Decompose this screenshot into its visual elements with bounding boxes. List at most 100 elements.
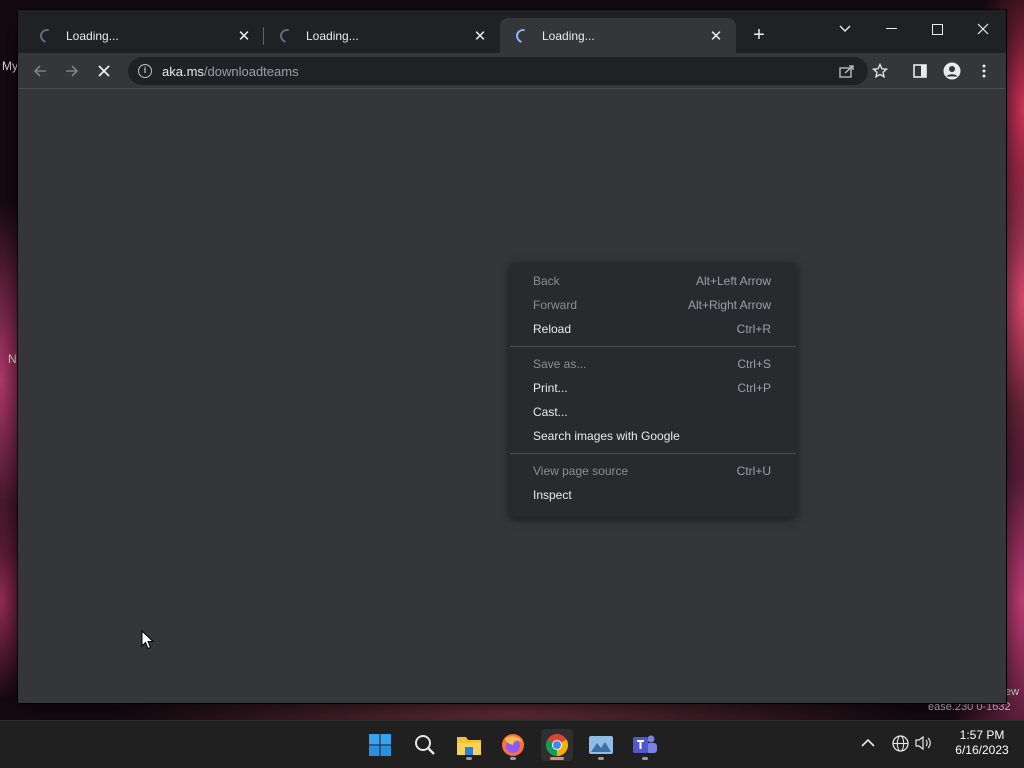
firefox-icon [502, 734, 524, 756]
globe-network-icon [892, 735, 909, 752]
taskbar-clock[interactable]: 1:57 PM 6/16/2023 [942, 728, 1022, 758]
desktop-icon-label: My [2, 59, 18, 73]
tab-strip: Loading... ✕ Loading... ✕ Loading... ✕ + [18, 10, 1006, 53]
menu-item-label: View page source [533, 464, 629, 478]
context-menu: Back Alt+Left Arrow Forward Alt+Right Ar… [510, 263, 796, 517]
page-content[interactable]: Back Alt+Left Arrow Forward Alt+Right Ar… [18, 90, 1006, 703]
loading-spinner-icon [277, 25, 297, 46]
tray-network-button[interactable] [892, 735, 909, 755]
url-text[interactable]: aka.ms/downloadteams [162, 64, 299, 79]
start-button[interactable] [364, 729, 396, 761]
menu-item-view-source[interactable]: View page source Ctrl+U [510, 459, 796, 483]
menu-item-label: Inspect [533, 488, 572, 502]
menu-item-label: Print... [533, 381, 568, 395]
stop-icon [98, 65, 110, 77]
clock-time: 1:57 PM [959, 728, 1005, 742]
taskbar-search-button[interactable] [409, 729, 441, 761]
running-indicator [510, 757, 516, 760]
chrome-icon [546, 734, 568, 756]
menu-item-forward[interactable]: Forward Alt+Right Arrow [510, 293, 796, 317]
new-tab-button[interactable]: + [748, 25, 770, 47]
tab-2[interactable]: Loading... ✕ [264, 18, 500, 53]
menu-item-reload[interactable]: Reload Ctrl+R [510, 317, 796, 341]
tray-volume-button[interactable] [915, 735, 932, 754]
menu-item-label: Back [533, 274, 560, 288]
menu-item-shortcut: Ctrl+P [737, 381, 771, 395]
address-bar[interactable]: i aka.ms/downloadteams [128, 57, 868, 85]
arrow-right-icon [66, 65, 79, 77]
taskbar [0, 720, 1024, 768]
maximize-button[interactable] [914, 14, 960, 44]
tray-overflow-button[interactable] [861, 735, 875, 751]
running-indicator [550, 757, 564, 760]
taskbar-teams[interactable] [629, 729, 661, 761]
volume-icon [915, 735, 931, 751]
bookmark-star-button[interactable] [866, 57, 894, 85]
share-icon[interactable] [838, 62, 856, 80]
menu-item-inspect[interactable]: Inspect [510, 483, 796, 507]
tab-search-button[interactable] [822, 14, 868, 44]
start-icon [369, 734, 391, 756]
tab-title: Loading... [306, 28, 359, 43]
loading-spinner-icon [513, 25, 533, 46]
star-icon [872, 63, 888, 79]
taskbar-chrome[interactable] [541, 729, 573, 761]
chevron-up-icon [861, 738, 875, 747]
menu-item-label: Search images with Google [533, 429, 680, 443]
url-path: /downloadteams [203, 63, 299, 79]
menu-item-shortcut: Ctrl+U [736, 464, 771, 478]
arrow-left-icon [33, 65, 46, 77]
desktop-icon-label: N [8, 352, 17, 366]
tab-title: Loading... [542, 28, 595, 43]
taskbar-firefox[interactable] [497, 729, 529, 761]
minimize-button[interactable] [868, 14, 914, 44]
info-icon[interactable]: i [138, 64, 152, 78]
profile-avatar-icon [943, 62, 961, 80]
chevron-down-icon [839, 25, 851, 32]
tab-close-icon[interactable]: ✕ [472, 27, 488, 45]
profile-button[interactable] [938, 57, 966, 85]
menu-item-search-images[interactable]: Search images with Google [510, 424, 796, 448]
tab-close-icon[interactable]: ✕ [236, 27, 252, 45]
menu-item-label: Cast... [533, 405, 568, 419]
tab-title: Loading... [66, 28, 119, 43]
side-panel-button[interactable] [906, 57, 934, 85]
tab-close-icon[interactable]: ✕ [708, 27, 724, 45]
running-indicator [598, 757, 604, 760]
file-explorer-icon [457, 737, 481, 755]
tab-3-active[interactable]: Loading... ✕ [500, 18, 736, 53]
menu-item-label: Save as... [533, 357, 587, 371]
teams-icon [633, 735, 657, 753]
menu-item-shortcut: Alt+Right Arrow [687, 298, 771, 312]
menu-item-save-as[interactable]: Save as... Ctrl+S [510, 352, 796, 376]
desktop-text-fragment: ew [1005, 686, 1020, 698]
menu-item-print[interactable]: Print... Ctrl+P [510, 376, 796, 400]
menu-button[interactable] [970, 57, 998, 85]
menu-separator [510, 346, 796, 347]
url-host: aka.ms [162, 63, 204, 79]
menu-item-cast[interactable]: Cast... [510, 400, 796, 424]
menu-separator [510, 453, 796, 454]
kebab-menu-icon [982, 64, 986, 78]
running-indicator [642, 757, 648, 760]
side-panel-icon [913, 64, 927, 78]
browser-window: Loading... ✕ Loading... ✕ Loading... ✕ + [18, 10, 1006, 703]
menu-item-shortcut: Ctrl+R [736, 322, 771, 336]
back-button[interactable] [26, 57, 54, 85]
stop-loading-button[interactable] [90, 57, 118, 85]
clock-date: 6/16/2023 [955, 743, 1009, 757]
menu-item-label: Forward [533, 298, 578, 312]
close-icon [977, 23, 989, 35]
running-indicator [466, 757, 472, 760]
photos-icon [589, 736, 613, 754]
close-window-button[interactable] [960, 14, 1006, 44]
minimize-icon [885, 28, 897, 29]
tab-1[interactable]: Loading... ✕ [24, 18, 264, 53]
maximize-icon [931, 23, 943, 35]
taskbar-photos[interactable] [585, 729, 617, 761]
forward-button[interactable] [58, 57, 86, 85]
menu-item-back[interactable]: Back Alt+Left Arrow [510, 269, 796, 293]
menu-item-label: Reload [533, 322, 572, 336]
loading-spinner-icon [37, 25, 57, 46]
taskbar-file-explorer[interactable] [453, 729, 485, 761]
